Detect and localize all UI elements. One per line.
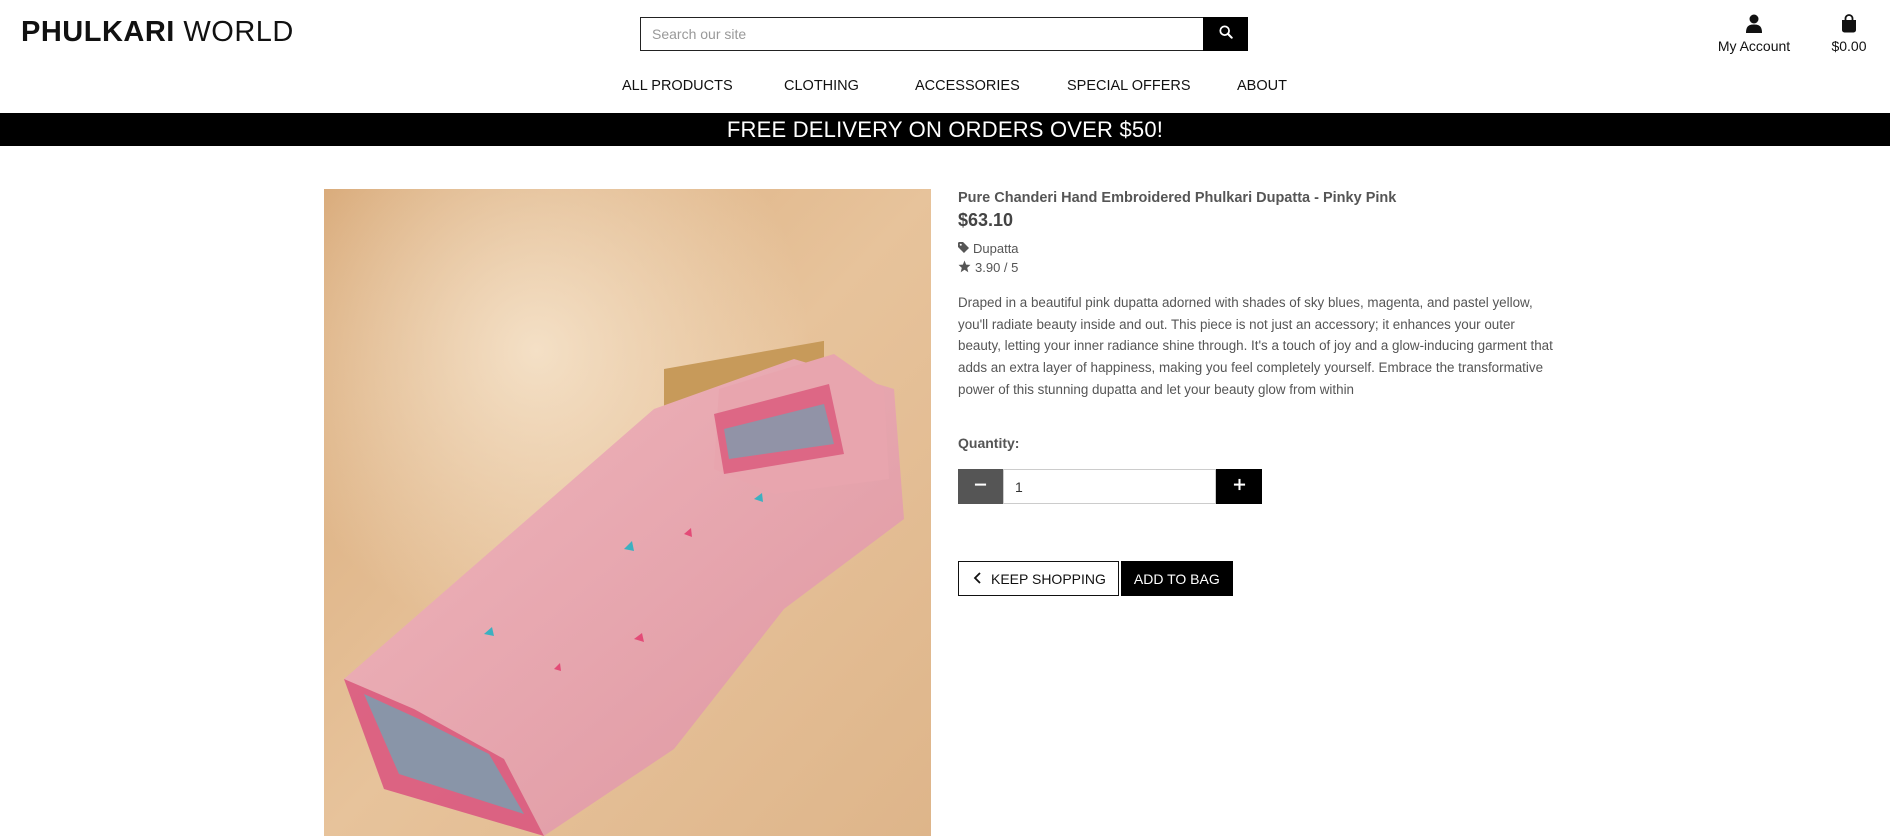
search-button[interactable] <box>1203 17 1248 51</box>
search-icon <box>1218 24 1233 44</box>
search-form <box>640 17 1248 51</box>
minus-icon <box>974 478 987 496</box>
product-price: $63.10 <box>958 210 1014 230</box>
product-rating-value: 3.90 / 5 <box>975 260 1019 275</box>
add-to-bag-button[interactable]: ADD TO BAG <box>1120 561 1233 596</box>
product-image <box>324 189 931 836</box>
user-icon <box>1713 14 1795 36</box>
product-category[interactable]: Dupatta <box>958 239 1558 258</box>
product-category-label: Dupatta <box>973 241 1019 256</box>
shopping-bag-icon <box>1826 14 1872 36</box>
product-description: Draped in a beautiful pink dupatta adorn… <box>958 295 1553 397</box>
my-account-link[interactable]: My Account <box>1713 14 1795 54</box>
decrement-quantity-button[interactable] <box>958 469 1003 504</box>
product-info: Pure Chanderi Hand Embroidered Phulkari … <box>958 190 1558 401</box>
delivery-banner: FREE DELIVERY ON ORDERS OVER $50! <box>0 113 1890 146</box>
keep-shopping-button[interactable]: KEEP SHOPPING <box>958 561 1119 596</box>
quantity-stepper <box>958 469 1262 504</box>
nav-special-offers[interactable]: SPECIAL OFFERS <box>1067 78 1191 94</box>
nav-all-products[interactable]: ALL PRODUCTS <box>622 78 733 94</box>
chevron-left-icon <box>973 571 991 587</box>
nav-clothing[interactable]: CLOTHING <box>784 78 859 94</box>
quantity-input[interactable] <box>1003 469 1216 504</box>
logo-text-bold: PHULKARI <box>21 16 175 48</box>
increment-quantity-button[interactable] <box>1216 469 1262 504</box>
tag-icon <box>958 241 973 256</box>
nav-about[interactable]: ABOUT <box>1237 78 1287 94</box>
product-actions: KEEP SHOPPING ADD TO BAG <box>958 561 1233 596</box>
keep-shopping-label: KEEP SHOPPING <box>991 570 1106 587</box>
plus-icon <box>1233 478 1246 496</box>
quantity-label: Quantity: <box>958 435 1020 451</box>
bag-total: $0.00 <box>1831 38 1867 54</box>
shopping-bag-link[interactable]: $0.00 <box>1826 14 1872 54</box>
logo-text-light: WORLD <box>174 16 294 48</box>
main-nav: ALL PRODUCTS CLOTHING ACCESSORIES SPECIA… <box>0 78 1890 98</box>
product-rating: 3.90 / 5 <box>958 258 1558 277</box>
nav-accessories[interactable]: ACCESSORIES <box>915 78 1020 94</box>
star-icon <box>958 260 975 276</box>
search-input[interactable] <box>640 17 1203 51</box>
site-logo[interactable]: PHULKARI WORLD <box>21 16 294 49</box>
my-account-label: My Account <box>1717 38 1791 54</box>
product-name: Pure Chanderi Hand Embroidered Phulkari … <box>958 190 1397 206</box>
